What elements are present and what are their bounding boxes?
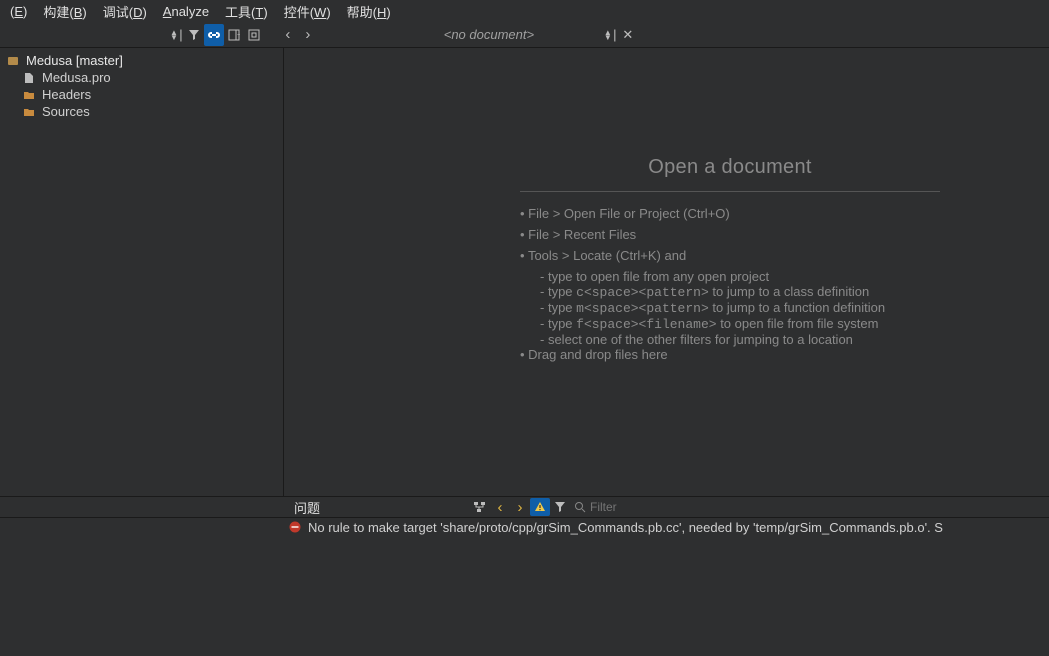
maximize-icon[interactable] [244,24,264,46]
issues-list: No rule to make target 'share/proto/cpp/… [0,518,1049,536]
welcome-item: Tools > Locate (Ctrl+K) and [520,248,940,263]
welcome-item: Drag and drop files here [520,347,940,362]
close-doc-icon[interactable]: ✕ [618,24,638,46]
menu-analyze[interactable]: Analyze [155,2,217,21]
issues-tab[interactable]: 问题 [284,498,330,517]
error-icon [288,520,302,534]
editor-toolbar: ▲▼ | + ‹ › <no document> ▲▼ | ✕ [0,22,1049,48]
editor-area[interactable]: Open a document File > Open File or Proj… [284,48,1049,496]
file-icon [22,71,36,85]
welcome-sub-item: type c<space><pattern> to jump to a clas… [540,284,940,300]
updown-icon[interactable]: ▲▼ [170,30,178,40]
menu-tools[interactable]: 工具(T) [217,0,276,23]
welcome-item: File > Recent Files [520,227,940,242]
main-split: Medusa [master] Medusa.pro Headers Sourc… [0,48,1049,496]
project-root[interactable]: Medusa [master] [6,52,277,69]
tree-item-sources[interactable]: Sources [6,103,277,120]
welcome-panel: Open a document File > Open File or Proj… [520,156,940,368]
search-icon [570,498,590,516]
menu-debug[interactable]: 调试(D) [95,0,155,23]
document-selector[interactable]: <no document> [374,27,604,42]
issues-empty-area [0,536,1049,656]
filter-icon[interactable] [184,24,204,46]
tree-item-label: Sources [42,104,90,119]
tree-item-label: Medusa.pro [42,70,111,85]
link-icon[interactable] [204,24,224,46]
nav-back-icon[interactable]: ‹ [278,24,298,46]
welcome-sub-item: select one of the other filters for jump… [540,332,940,347]
issues-toolbar: 问题 ‹ › [0,496,1049,518]
menu-widgets[interactable]: 控件(W) [276,0,339,23]
warning-filter-icon[interactable] [530,498,550,516]
svg-text:+: + [237,33,240,39]
issues-filter-input[interactable] [590,500,790,514]
welcome-title: Open a document [520,156,940,179]
welcome-sub-item: type m<space><pattern> to jump to a func… [540,300,940,316]
folder-icon [22,105,36,119]
doc-updown-icon[interactable]: ▲▼ [604,30,612,40]
next-issue-icon[interactable]: › [510,498,530,516]
tree-item-label: Headers [42,87,91,102]
tree-view-icon[interactable] [470,498,490,516]
split-right-icon[interactable]: + [224,24,244,46]
project-icon [6,54,20,68]
tree-item-pro[interactable]: Medusa.pro [6,69,277,86]
tree-item-headers[interactable]: Headers [6,86,277,103]
issue-message[interactable]: No rule to make target 'share/proto/cpp/… [308,520,943,535]
welcome-sub-item: type to open file from any open project [540,269,940,284]
welcome-sub-item: type f<space><filename> to open file fro… [540,316,940,332]
menubar: (E) 构建(B) 调试(D) Analyze 工具(T) 控件(W) 帮助(H… [0,0,1049,22]
folder-icon [22,88,36,102]
menu-edit-suffix[interactable]: (E) [2,2,35,21]
divider [520,191,940,192]
menu-build[interactable]: 构建(B) [35,0,94,23]
prev-issue-icon[interactable]: ‹ [490,498,510,516]
nav-forward-icon[interactable]: › [298,24,318,46]
welcome-item: File > Open File or Project (Ctrl+O) [520,206,940,221]
project-sidebar: Medusa [master] Medusa.pro Headers Sourc… [0,48,284,496]
filter-icon[interactable] [550,498,570,516]
project-root-label: Medusa [master] [26,53,123,68]
menu-help[interactable]: 帮助(H) [339,0,399,23]
